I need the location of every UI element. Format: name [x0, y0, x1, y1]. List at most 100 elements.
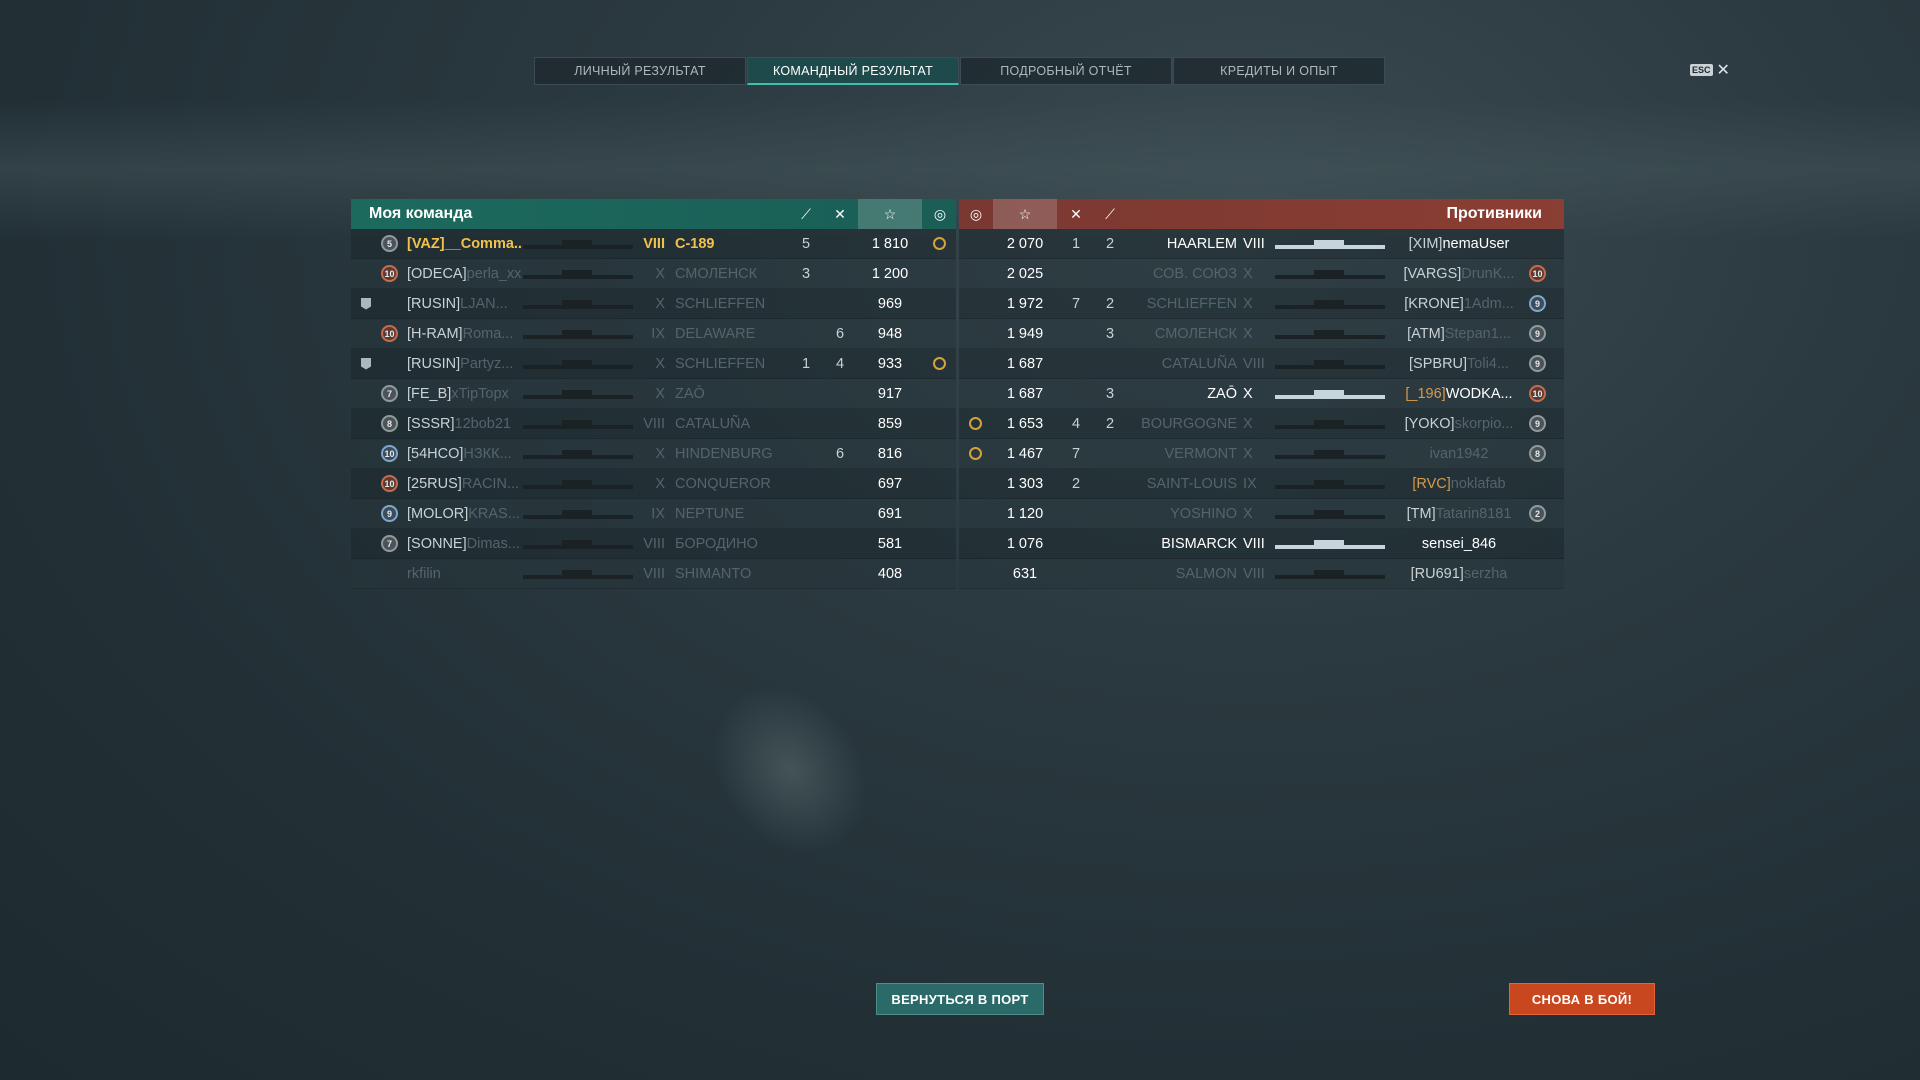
my-team-title: Моя команда — [369, 205, 473, 222]
team-row[interactable]: 1 467 7 VERMONT Xivan1942 8 — [959, 439, 1564, 469]
player-name[interactable]: [MOLOR] KRAS... — [407, 499, 525, 528]
team-row[interactable]: [RUSIN] Partyz... X SCHLIEFFEN 1 4 933 — [351, 349, 956, 379]
ship-silhouette — [1275, 529, 1385, 558]
tab-detailed-report[interactable]: ПОДРОБНЫЙ ОТЧЁТ — [960, 57, 1172, 85]
player-name[interactable]: [H-RAM] Roma... — [407, 319, 525, 348]
player-name[interactable]: ivan1942 — [1389, 439, 1529, 468]
player-name[interactable]: [VARGS] DrunK... — [1389, 259, 1529, 288]
tab-bar: ЛИЧНЫЙ РЕЗУЛЬТАТ КОМАНДНЫЙ РЕЗУЛЬТАТ ПОД… — [534, 57, 1386, 85]
ship-kills — [1061, 319, 1091, 348]
ship-name: СМОЛЕНСК — [1154, 325, 1237, 342]
player-name[interactable]: [_196] WODKA... — [1389, 379, 1529, 408]
plane-kills: 2 — [1105, 295, 1115, 312]
team-row[interactable]: 9 [MOLOR] KRAS... IX NEPTUNE 691 — [351, 499, 956, 529]
team-row[interactable]: 1 972 7 2 SCHLIEFFEN X [KRONE] 1Adm... 9 — [959, 289, 1564, 319]
player-name[interactable]: [RVC] noklafab — [1389, 469, 1529, 498]
team-row[interactable]: 10 [25RUS] RACIN... X CONQUEROR 697 — [351, 469, 956, 499]
clan-tag: [_196] — [1405, 385, 1446, 402]
player-name[interactable]: rkfilin — [407, 559, 525, 588]
player-name[interactable]: [XIM] nemaUser — [1389, 229, 1529, 258]
player-nick: sensei_846 — [1421, 535, 1497, 552]
player-name[interactable]: [ODECA] perla_xx — [407, 259, 525, 288]
player-name[interactable]: [25RUS] RACIN... — [407, 469, 525, 498]
team-row[interactable]: 2 025 СОВ. СОЮЗ X [VARGS] DrunK... 10 — [959, 259, 1564, 289]
ship-silhouette-icon — [523, 539, 633, 549]
enemy-team-rows: 2 070 1 2 HAARLEM VIII [XIM] nemaUser 2 025 СОВ.… — [959, 229, 1564, 589]
player-name[interactable]: [TM] Tatarin8181 — [1389, 499, 1529, 528]
player-name[interactable]: [YOKO] skorpio... — [1389, 409, 1529, 438]
player-nick: Roma... — [462, 325, 514, 342]
ship-silhouette — [523, 349, 633, 378]
player-name[interactable]: [ATM] Stepan1... — [1389, 319, 1529, 348]
team-row[interactable]: 1 303 2 SAINT-LOUIS IX [RVC] noklafab — [959, 469, 1564, 499]
battle-again-button[interactable]: СНОВА В БОЙ! — [1509, 983, 1655, 1015]
ship-name: BISMARCK — [1161, 535, 1237, 552]
rank-badge: 10 — [1529, 379, 1546, 408]
team-row[interactable]: [RUSIN] LJAN... X SCHLIEFFEN 969 — [351, 289, 956, 319]
team-row[interactable]: 1 687 CATALUÑA VIII [SPBRU] Toli4... 9 — [959, 349, 1564, 379]
ship-silhouette-icon — [523, 509, 633, 519]
player-name[interactable]: [SPBRU] Toli4... — [1389, 349, 1529, 378]
rank-icon: 5 — [381, 235, 398, 252]
ship-silhouette-icon — [1275, 509, 1385, 519]
team-row[interactable]: 1 653 4 2 BOURGOGNE X [YOKO] skorpio... 9 — [959, 409, 1564, 439]
player-nick: Partyz... — [460, 355, 514, 372]
team-row[interactable]: rkfilin VIII SHIMANTO 408 — [351, 559, 956, 589]
clan-tag: [25RUS] — [407, 475, 462, 492]
player-name[interactable]: [SONNE] Dimas... — [407, 529, 525, 558]
team-row[interactable]: 1 949 3 СМОЛЕНСК X [ATM] Stepan1... 9 — [959, 319, 1564, 349]
player-name[interactable]: [VAZ] __Comma... — [407, 229, 525, 258]
ship-kills: 4 — [835, 355, 845, 372]
team-row[interactable]: 1 120 YOSHINO X [TM] Tatarin8181 2 — [959, 499, 1564, 529]
ship-kills — [1061, 349, 1091, 378]
player-name[interactable]: sensei_846 — [1389, 529, 1529, 558]
team-row[interactable]: 631 SALMON VIII [RU691] serzha — [959, 559, 1564, 589]
plane-kills — [791, 289, 821, 318]
ship-silhouette — [523, 439, 633, 468]
player-name[interactable]: [FE_B] xTipTopx — [407, 379, 525, 408]
player-name[interactable]: [RU691] serzha — [1389, 559, 1529, 588]
player-name[interactable]: [SSSR] 12bob21 — [407, 409, 525, 438]
player-nick: KRAS... — [468, 505, 520, 522]
player-nick: __Comma... — [444, 235, 525, 252]
ship-silhouette — [1275, 469, 1385, 498]
player-name[interactable]: [KRONE] 1Adm... — [1389, 289, 1529, 318]
ship-silhouette-icon — [1275, 269, 1385, 279]
team-row[interactable]: 10 [54HCO] НЗКК... X HINDENBURG 6 816 — [351, 439, 956, 469]
base-xp: 581 — [877, 535, 903, 552]
close-button[interactable]: ESC ✕ — [1690, 60, 1730, 80]
tab-personal-result[interactable]: ЛИЧНЫЙ РЕЗУЛЬТАТ — [534, 57, 746, 85]
ship-silhouette-icon — [523, 269, 633, 279]
team-row[interactable]: 1 687 3 ZAŌ X [_196] WODKA... 10 — [959, 379, 1564, 409]
ship-silhouette-icon — [1275, 239, 1385, 249]
rank-icon: 9 — [1529, 295, 1546, 312]
team-row[interactable]: 7 [SONNE] Dimas... VIII БОРОДИНО 581 — [351, 529, 956, 559]
tab-team-result[interactable]: КОМАНДНЫЙ РЕЗУЛЬТАТ — [747, 57, 959, 85]
player-name[interactable]: [54HCO] НЗКК... — [407, 439, 525, 468]
ship-silhouette — [523, 289, 633, 318]
team-row[interactable]: 5 [VAZ] __Comma... VIII С-189 5 1 810 — [351, 229, 956, 259]
team-row[interactable]: 1 076 BISMARCK VIII sensei_846 — [959, 529, 1564, 559]
return-to-port-button[interactable]: ВЕРНУТЬСЯ В ПОРТ — [876, 983, 1044, 1015]
rank-icon: 2 — [1529, 505, 1546, 522]
team-row[interactable]: 10 [H-RAM] Roma... IX DELAWARE 6 948 — [351, 319, 956, 349]
team-row[interactable]: 2 070 1 2 HAARLEM VIII [XIM] nemaUser — [959, 229, 1564, 259]
ship-tier: VIII — [643, 565, 665, 582]
team-row[interactable]: 10 [ODECA] perla_xx X СМОЛЕНСК 3 1 200 — [351, 259, 956, 289]
ship-kills-icon: ✕ — [834, 205, 846, 222]
ship-name: HINDENBURG — [675, 445, 773, 462]
ship-tier: X — [655, 355, 665, 372]
player-name[interactable]: [RUSIN] LJAN... — [407, 289, 525, 318]
ship-name: SCHLIEFFEN — [1146, 295, 1237, 312]
player-nick: LJAN... — [460, 295, 508, 312]
my-team-header: Моя команда ⟋ ✕ ☆ ◎ — [351, 199, 956, 229]
ship-kills — [1061, 529, 1091, 558]
tab-credits-xp[interactable]: КРЕДИТЫ И ОПЫТ — [1173, 57, 1385, 85]
player-name[interactable]: [RUSIN] Partyz... — [407, 349, 525, 378]
ship-silhouette-icon — [523, 449, 633, 459]
team-row[interactable]: 8 [SSSR] 12bob21 VIII CATALUÑA 859 — [351, 409, 956, 439]
team-row[interactable]: 7 [FE_B] xTipTopx X ZAŌ 917 — [351, 379, 956, 409]
ship-silhouette — [1275, 559, 1385, 588]
ship-tier: IX — [651, 505, 665, 522]
ship-kills: 2 — [1071, 475, 1081, 492]
